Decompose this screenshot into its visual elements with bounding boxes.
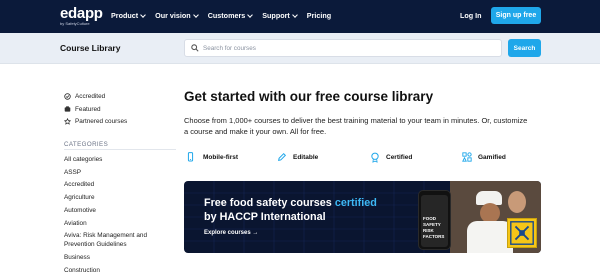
- category-assp[interactable]: ASSP: [64, 168, 179, 177]
- featured-icon: [64, 105, 71, 112]
- banner-title: Free food safety courses certified by HA…: [204, 196, 414, 224]
- nav-item-product[interactable]: Product: [111, 11, 146, 20]
- chef-face: [480, 203, 500, 223]
- category-automotive[interactable]: Automotive: [64, 206, 179, 215]
- edit-icon: [278, 152, 287, 161]
- login-link[interactable]: Log In: [460, 11, 482, 20]
- filter-featured[interactable]: Featured: [64, 103, 179, 116]
- explore-courses-link[interactable]: Explore courses →: [204, 230, 258, 236]
- search-box: [184, 39, 502, 57]
- feature-label: Editable: [293, 153, 319, 161]
- category-accredited[interactable]: Accredited: [64, 180, 179, 189]
- category-construction[interactable]: Construction: [64, 266, 179, 275]
- signup-button[interactable]: Sign up free: [491, 7, 541, 24]
- chevron-down-icon: [140, 11, 146, 18]
- filter-label: Featured: [75, 105, 101, 113]
- haccp-logo-icon: [510, 221, 534, 245]
- feature-label: Certified: [386, 154, 413, 161]
- chevron-down-icon: [291, 11, 298, 18]
- feature-label: Gamified: [478, 153, 506, 161]
- top-navigation: edapp by SafetyCulture Product Our visio…: [0, 0, 600, 33]
- chef-photo-person: [508, 191, 526, 213]
- nav-item-pricing[interactable]: Pricing: [307, 11, 331, 20]
- filter-label: Partnered courses: [75, 118, 128, 126]
- nav-item-label: Pricing: [306, 11, 332, 20]
- partnered-icon: [64, 118, 71, 125]
- feature-gamified: Gamified: [462, 152, 506, 162]
- feature-list: Mobile-first Editable Certified Gamified: [184, 152, 544, 166]
- logo-text: edapp: [60, 5, 103, 22]
- mobile-icon: [187, 152, 194, 162]
- search-icon: [191, 44, 199, 52]
- category-agriculture[interactable]: Agriculture: [64, 193, 179, 202]
- category-aviva[interactable]: Aviva: Risk Management and Prevention Gu…: [64, 231, 179, 249]
- main-menu: Product Our vision Customers Support Pri…: [111, 11, 341, 20]
- phone-screen-text: FOOD SAFETY RISK FACTORS: [423, 216, 445, 239]
- accredited-icon: [64, 93, 71, 100]
- nav-item-label: Customers: [207, 11, 246, 20]
- course-library-page: edapp by SafetyCulture Product Our visio…: [0, 0, 600, 279]
- nav-item-label: Our vision: [155, 11, 191, 20]
- chevron-down-icon: [192, 11, 199, 18]
- banner-title-start: Free food safety courses: [204, 197, 335, 209]
- filter-label: Accredited: [75, 92, 106, 100]
- nav-item-customers[interactable]: Customers: [207, 11, 254, 20]
- certified-icon: [371, 152, 379, 163]
- page-title: Course Library: [60, 43, 121, 53]
- category-all[interactable]: All categories: [64, 155, 179, 164]
- logo-subtext: by SafetyCulture: [60, 21, 90, 26]
- intro-text: Choose from 1,000+ courses to deliver th…: [184, 116, 528, 136]
- main-heading: Get started with our free course library: [184, 89, 434, 104]
- library-search-bar: Course Library Search: [0, 33, 600, 64]
- feature-label: Mobile-first: [203, 153, 239, 161]
- feature-editable: Editable: [277, 152, 318, 162]
- banner-title-end: by HACCP International: [204, 211, 326, 223]
- promo-banner[interactable]: Free food safety courses certified by HA…: [184, 181, 541, 253]
- category-business[interactable]: Business: [64, 253, 179, 262]
- nav-item-our-vision[interactable]: Our vision: [155, 11, 199, 20]
- sidebar-filters: Accredited Featured Partnered courses CA…: [64, 90, 179, 278]
- category-aviation[interactable]: Aviation: [64, 219, 179, 228]
- chevron-down-icon: [247, 11, 254, 18]
- edapp-logo[interactable]: edapp by SafetyCulture: [60, 6, 103, 26]
- filter-accredited[interactable]: Accredited: [64, 90, 179, 103]
- gamified-icon: [462, 152, 472, 162]
- nav-item-label: Product: [111, 11, 139, 20]
- feature-certified: Certified: [370, 152, 412, 163]
- divider: [64, 149, 176, 151]
- feature-mobile-first: Mobile-first: [186, 152, 238, 162]
- filter-partnered-courses[interactable]: Partnered courses: [64, 115, 179, 128]
- search-input[interactable]: [203, 44, 483, 52]
- nav-item-support[interactable]: Support: [262, 11, 298, 20]
- haccp-badge: [507, 218, 537, 248]
- banner-title-accent: certified: [334, 197, 377, 209]
- nav-item-label: Support: [262, 11, 290, 20]
- search-button[interactable]: Search: [508, 39, 541, 57]
